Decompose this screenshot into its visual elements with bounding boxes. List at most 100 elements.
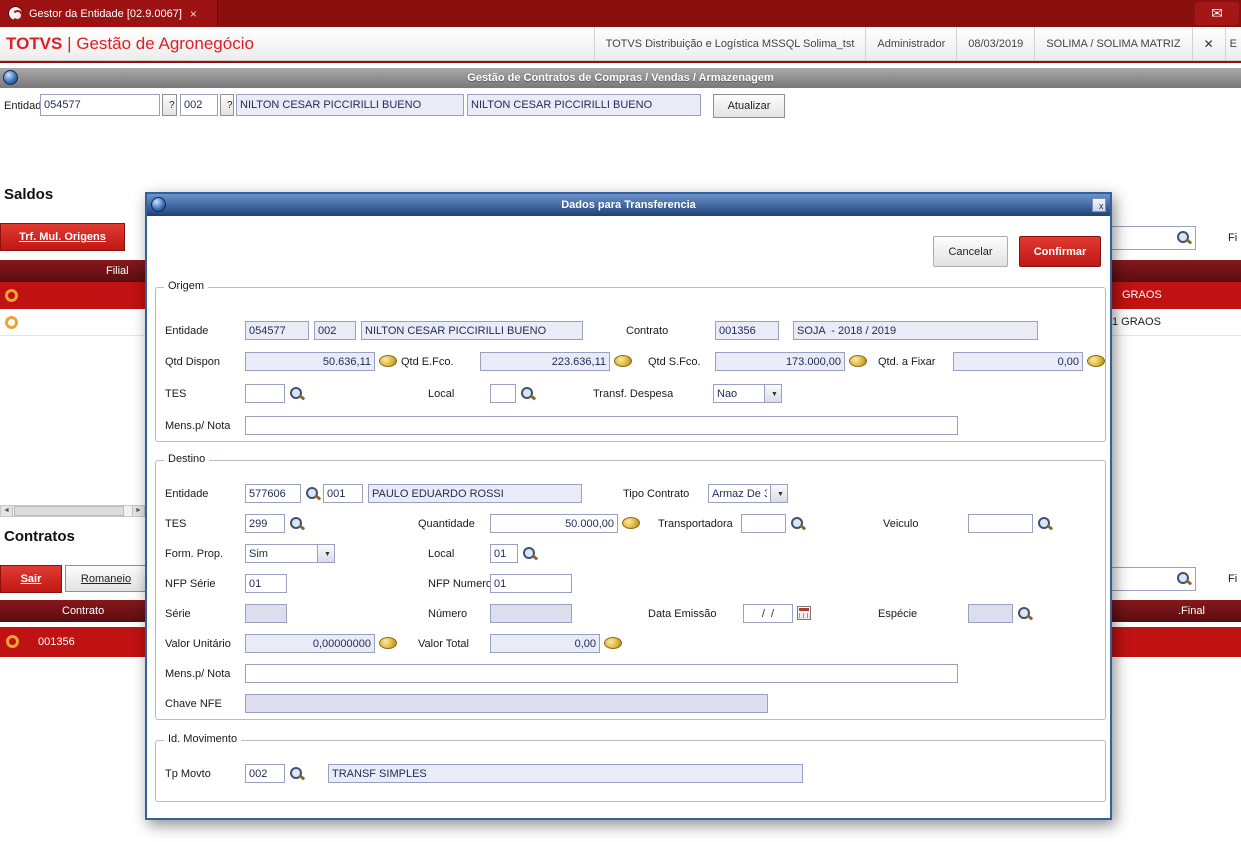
tipo-contrato-label: Tipo Contrato	[623, 488, 690, 500]
coins-icon[interactable]	[622, 516, 640, 529]
page-title-bar: Gestão de Contratos de Compras / Vendas …	[0, 68, 1241, 88]
window-titlebar: Gestor da Entidade [02.9.0067] × ✉	[0, 0, 1241, 27]
qtd-sfco-input[interactable]	[715, 352, 845, 371]
coins-icon[interactable]	[1087, 354, 1105, 367]
contratos-filter-label: Fi	[1228, 573, 1238, 585]
chevron-down-icon[interactable]: ▼	[318, 544, 335, 563]
sair-button[interactable]: Sair	[0, 565, 62, 593]
qtd-efco-label: Qtd E.Fco.	[401, 356, 454, 368]
magnifier-icon[interactable]	[289, 766, 304, 781]
origem-contrato-desc-input[interactable]	[793, 321, 1038, 340]
confirm-button[interactable]: Confirmar	[1019, 236, 1101, 267]
contratos-col-contrato: Contrato	[62, 605, 105, 617]
qtd-sfco-label: Qtd S.Fco.	[648, 356, 701, 368]
valor-total-input[interactable]	[490, 634, 600, 653]
dialog-close-icon[interactable]: x	[1092, 198, 1106, 212]
saldos-filter-label: Fi	[1228, 232, 1238, 244]
destino-entidade-name-input[interactable]	[368, 484, 582, 503]
scroll-right-icon[interactable]: ►	[132, 506, 144, 516]
origem-local-label: Local	[428, 388, 455, 400]
veiculo-input[interactable]	[968, 514, 1033, 533]
form-prop-select[interactable]	[245, 544, 318, 563]
magnifier-icon[interactable]	[1176, 571, 1191, 586]
coins-icon[interactable]	[604, 636, 622, 649]
coins-icon[interactable]	[379, 636, 397, 649]
magnifier-icon[interactable]	[1017, 606, 1032, 621]
transportadora-label: Transportadora	[658, 518, 733, 530]
magnifier-icon[interactable]	[522, 546, 537, 561]
entity-name-input[interactable]	[236, 94, 464, 116]
destino-entidade-store-input[interactable]	[323, 484, 363, 503]
status-dot-icon	[5, 316, 18, 329]
chevron-down-icon[interactable]: ▼	[765, 384, 782, 403]
quantidade-input[interactable]	[490, 514, 618, 533]
origem-mens-input[interactable]	[245, 416, 958, 435]
header-status-area: TOTVS Distribuição e Logística MSSQL Sol…	[593, 27, 1241, 60]
numero-input	[490, 604, 572, 623]
magnifier-icon[interactable]	[289, 386, 304, 401]
chevron-down-icon[interactable]: ▼	[771, 484, 788, 503]
nfp-serie-input[interactable]	[245, 574, 287, 593]
saldos-horizontal-scrollbar[interactable]: ◄ ►	[0, 505, 145, 517]
header-close-icon[interactable]: ✕	[1191, 27, 1225, 60]
origem-contrato-code-input[interactable]	[715, 321, 779, 340]
trf-mul-origens-button[interactable]: Trf. Mul. Origens	[0, 223, 125, 251]
magnifier-icon[interactable]	[1037, 516, 1052, 531]
numero-label: Número	[428, 608, 468, 620]
mail-button[interactable]: ✉	[1195, 2, 1239, 25]
destino-entidade-code-input[interactable]	[245, 484, 301, 503]
nfp-numero-input[interactable]	[490, 574, 572, 593]
scroll-left-icon[interactable]: ◄	[1, 506, 13, 516]
coins-icon[interactable]	[614, 354, 632, 367]
data-emissao-input[interactable]	[743, 604, 793, 623]
qtd-efco-input[interactable]	[480, 352, 610, 371]
romaneio-button[interactable]: Romaneio	[65, 565, 147, 592]
entity-code-help-button[interactable]: ?	[162, 94, 177, 116]
valor-unitario-label: Valor Unitário	[165, 638, 231, 650]
magnifier-icon[interactable]	[305, 486, 320, 501]
movimento-legend: Id. Movimento	[164, 733, 242, 745]
qtd-fixar-label: Qtd. a Fixar	[878, 356, 936, 368]
scrollbar-thumb[interactable]	[14, 506, 124, 516]
app-tab[interactable]: Gestor da Entidade [02.9.0067] ×	[0, 0, 218, 27]
calendar-icon[interactable]	[797, 606, 811, 620]
contratos-col-final: .Final	[1178, 605, 1205, 617]
entity-code-input[interactable]	[40, 94, 160, 116]
origem-tes-input[interactable]	[245, 384, 285, 403]
magnifier-icon[interactable]	[790, 516, 805, 531]
transf-despesa-select[interactable]	[713, 384, 765, 403]
destino-local-input[interactable]	[490, 544, 518, 563]
entity-name2-input[interactable]	[467, 94, 701, 116]
entity-store-input[interactable]	[180, 94, 218, 116]
tp-movto-input[interactable]	[245, 764, 285, 783]
valor-unitario-input[interactable]	[245, 634, 375, 653]
origem-local-input[interactable]	[490, 384, 516, 403]
coins-icon[interactable]	[849, 354, 867, 367]
especie-input[interactable]	[968, 604, 1013, 623]
trf-mul-origens-label: Trf. Mul. Origens	[19, 231, 106, 243]
magnifier-icon[interactable]	[289, 516, 304, 531]
qtd-dispon-input[interactable]	[245, 352, 375, 371]
origem-entidade-store-input[interactable]	[314, 321, 356, 340]
coins-icon[interactable]	[379, 354, 397, 367]
qtd-fixar-input[interactable]	[953, 352, 1083, 371]
magnifier-icon[interactable]	[520, 386, 535, 401]
destino-entidade-label: Entidade	[165, 488, 209, 500]
origem-entidade-code-input[interactable]	[245, 321, 309, 340]
cancel-button[interactable]: Cancelar	[933, 236, 1008, 267]
entity-store-help-button[interactable]: ?	[220, 94, 234, 116]
origem-entidade-name-input[interactable]	[361, 321, 583, 340]
tipo-contrato-select[interactable]	[708, 484, 771, 503]
origem-mens-label: Mens.p/ Nota	[165, 420, 231, 432]
brand-text: TOTVS	[6, 34, 63, 53]
destino-tes-input[interactable]	[245, 514, 285, 533]
tab-close-icon[interactable]: ×	[190, 7, 197, 21]
quantidade-label: Quantidade	[418, 518, 475, 530]
magnifier-icon[interactable]	[1176, 230, 1191, 245]
transportadora-input[interactable]	[741, 514, 786, 533]
tp-movto-desc-input[interactable]	[328, 764, 803, 783]
destino-legend: Destino	[164, 453, 210, 465]
destino-mens-input[interactable]	[245, 664, 958, 683]
dialog-globe-icon	[151, 197, 166, 212]
atualizar-button[interactable]: Atualizar	[713, 94, 785, 118]
